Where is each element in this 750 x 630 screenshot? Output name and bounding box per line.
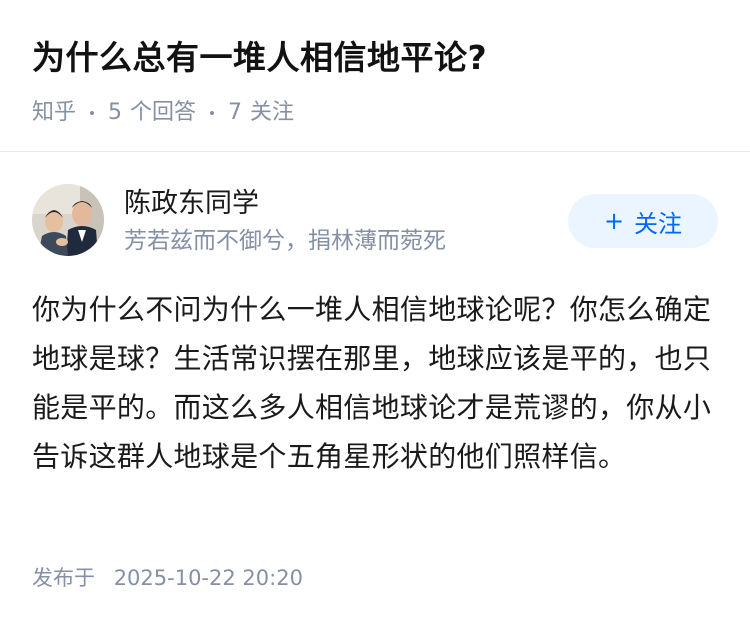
answer-count-label[interactable]: 个回答 (130, 96, 196, 130)
avatar[interactable] (32, 184, 104, 256)
separator-dot (90, 111, 95, 115)
publish-info: 发布于 2025-10-22 20:20 (32, 562, 303, 594)
follow-count: 7 (228, 100, 243, 125)
follow-button-label: 关注 (634, 209, 683, 238)
question-title[interactable]: 为什么总有一堆人相信地平论? (32, 30, 722, 86)
author-row: 陈政东同学 芳若兹而不御兮，捐林薄而菀死 + 关注 (32, 184, 718, 260)
plus-icon: + (603, 207, 625, 235)
author-bio: 芳若兹而不御兮，捐林薄而菀死 (124, 228, 446, 254)
avatar-photo (32, 184, 104, 256)
divider (0, 151, 750, 152)
answer-count: 5 (108, 100, 123, 125)
author-name[interactable]: 陈政东同学 (124, 184, 446, 224)
publish-time: 2025-10-22 20:20 (113, 566, 303, 590)
question-header: 为什么总有一堆人相信地平论? 知乎 5 个回答 7 关注 (32, 30, 722, 130)
follow-button[interactable]: + 关注 (568, 194, 718, 248)
author-info: 陈政东同学 芳若兹而不御兮，捐林薄而菀死 (124, 184, 446, 258)
answer-content[interactable]: 你为什么不问为什么一堆人相信地球论呢？你怎么确定地球是球？生活常识摆在那里，地球… (32, 285, 718, 481)
question-meta: 知乎 5 个回答 7 关注 (32, 96, 722, 130)
follow-count-label[interactable]: 关注 (250, 96, 294, 130)
source-label[interactable]: 知乎 (32, 96, 76, 130)
publish-label: 发布于 (32, 566, 95, 590)
separator-dot (210, 111, 215, 115)
